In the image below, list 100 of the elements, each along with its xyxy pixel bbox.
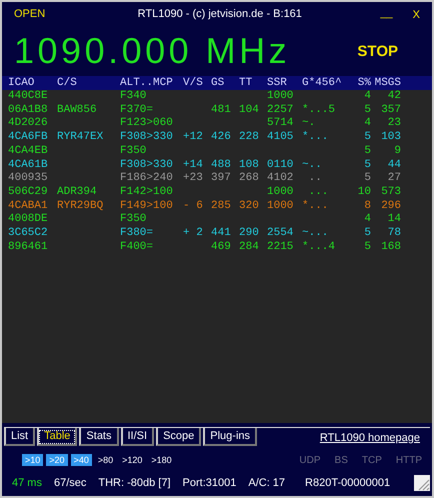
altitude-cell: F123>060 [120,117,173,130]
tab[interactable]: II/SI [120,428,154,446]
range-filter[interactable]: >80 [94,454,116,466]
column-header: C/S [57,76,78,90]
signal-cell: *... [302,131,328,144]
connection-indicator: BS [334,454,348,466]
signal-cell: ~.. [302,158,322,171]
squawk-cell: 2257 [267,104,294,116]
icao-cell: 440C8E [8,90,48,102]
callsign-cell: ADR394 [57,186,97,198]
column-header: ALT..MCP [120,76,174,90]
rate-text: 67/sec [54,477,86,489]
messages-cell: 23 [388,117,401,130]
tab[interactable]: Scope [156,428,202,446]
altitude-cell: F308>330 [120,158,173,171]
altitude-cell: F370= [120,104,154,116]
vertical-speed-cell: +12 [183,131,203,144]
track-cell: 108 [239,158,259,171]
icao-cell: 4008DE [8,213,48,226]
signal-cell-text: ... [308,186,328,198]
altitude-cell: F400= [120,240,154,253]
strength-cell: 4 [364,213,371,226]
track-cell: 290 [239,227,259,240]
ground-speed-cell: 397 [211,172,231,184]
resize-grip-icon[interactable] [414,475,430,491]
port-text: Port:31001 [182,477,236,489]
strength-cell: 5 [364,104,371,116]
tab[interactable]: List [4,428,36,446]
column-header: V/S [183,76,204,90]
vertical-speed-cell: + 2 [183,227,203,240]
signal-cell: *...5 [302,104,336,116]
messages-cell: 168 [381,240,401,253]
icao-cell: 4CA6FB [8,131,48,144]
homepage-link[interactable]: RTL1090 homepage [320,432,420,444]
strength-cell: 5 [364,144,371,157]
column-header: S% [356,76,371,90]
ground-speed-cell: 469 [211,240,231,253]
column-header: TT [239,76,254,90]
minimize-button[interactable]: __ [380,8,393,18]
track-cell: 320 [239,200,259,212]
callsign-cell: RYR29BQ [57,200,104,212]
column-header: G*456^ [302,76,343,90]
icao-cell: 4CA4EB [8,144,48,157]
icao-cell: 4CA61B [8,158,48,171]
squawk-cell: 2554 [267,227,294,240]
squawk-cell: 5714 [267,117,294,130]
altitude-cell: F186>240 [120,172,173,184]
latency-text: 47 ms [12,477,42,489]
messages-cell: 42 [388,90,401,102]
messages-cell: 573 [381,186,401,198]
vertical-speed-cell: - 6 [183,200,203,212]
ground-speed-cell: 488 [211,158,231,171]
signal-cell: *... [302,200,328,212]
close-button[interactable]: X [412,8,420,22]
icao-cell: 06A1B8 [8,104,48,116]
squawk-cell: 1000 [267,186,294,198]
column-header: SSR [267,76,288,90]
vertical-speed-cell: +14 [183,158,203,171]
callsign-cell: BAW856 [57,104,97,116]
connection-indicator: HTTP [396,454,422,466]
track-cell: 268 [239,172,259,184]
altitude-cell: F380= [120,227,154,240]
messages-cell: 296 [381,200,401,212]
strength-cell: 4 [364,117,371,130]
messages-cell: 103 [381,131,401,144]
messages-cell: 14 [388,213,401,226]
ground-speed-cell: 285 [211,200,231,212]
range-filter[interactable]: >180 [148,454,175,466]
callsign-cell: RYR47EX [57,131,104,144]
altitude-cell: F350 [120,144,146,157]
icao-cell: 506C29 [8,186,48,198]
signal-cell-text: .. [308,172,322,184]
icao-cell: 4CABA1 [8,200,48,212]
squawk-cell: 4105 [267,131,294,144]
track-cell: 228 [239,131,259,144]
ground-speed-cell: 481 [211,104,231,116]
connection-indicator: TCP [362,454,382,466]
aircraft-count: A/C: 17 [248,477,286,489]
connection-indicator: UDP [299,454,321,466]
squawk-cell: 1000 [267,90,294,102]
tab[interactable]: Stats [79,428,118,446]
strength-cell: 10 [358,186,371,198]
altitude-cell: F340 [120,90,146,102]
vertical-speed-cell: +23 [183,172,203,184]
icao-cell: 400935 [8,172,48,184]
messages-cell: 357 [381,104,401,116]
icao-cell: 3C65C2 [8,227,48,240]
tab[interactable]: Plug-ins [203,428,258,446]
squawk-cell: 2215 [267,240,294,253]
altitude-cell: F142>100 [120,186,173,198]
messages-cell: 9 [394,144,401,157]
ground-speed-cell: 441 [211,227,231,240]
open-label[interactable]: OPEN [14,8,46,20]
stop-button[interactable]: STOP [357,42,398,60]
device-text: R820T-00000001 [305,477,390,489]
signal-cell: *...4 [302,240,336,253]
tab[interactable]: Table [37,428,78,446]
track-cell: 284 [239,240,259,253]
range-filter[interactable]: >120 [119,454,146,466]
frequency-display: 1090.000 MHz [14,30,290,72]
